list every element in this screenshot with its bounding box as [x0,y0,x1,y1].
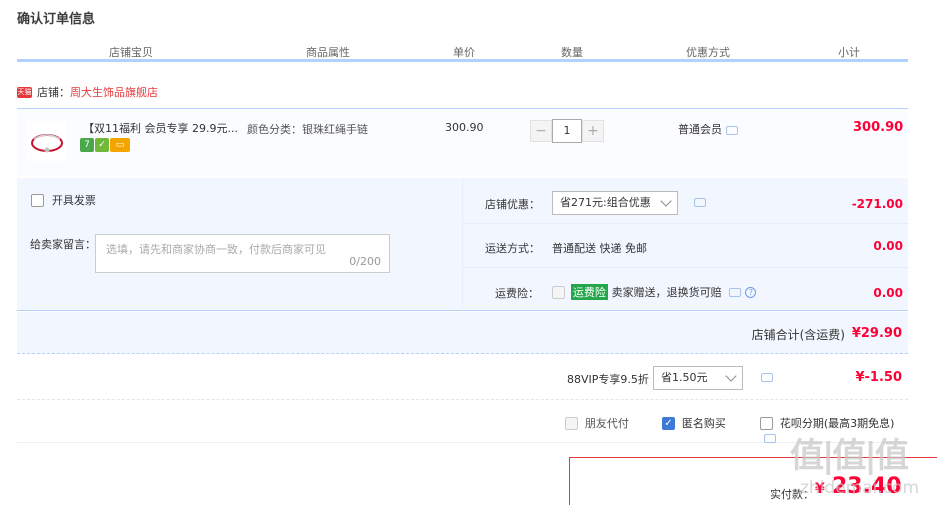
col-attr: 商品属性 [306,46,350,59]
invoice-label: 开具发票 [51,194,96,207]
chat-icon[interactable] [764,434,776,443]
column-header: 店铺宝贝 商品属性 单价 数量 优惠方式 小计 [17,38,908,62]
huabei-checkbox[interactable] [760,416,773,430]
shop-row: 天猫 店铺：周大生饰品旗舰店 [17,84,158,100]
page-title: 确认订单信息 [17,12,96,27]
qty-plus-button[interactable]: + [582,120,604,142]
shop-discount-select[interactable]: 省271元:组合优惠 [552,191,678,215]
chat-icon[interactable] [729,287,742,297]
item-subtotal: 300.90 [853,120,904,135]
shipping-amount: 0.00 [873,239,903,253]
freight-insurance-tag: 运费险 [570,284,608,300]
freight-insurance-option: 运费险 卖家赠送，退换货可赔 ? [552,284,757,300]
shipping-row: 运送方式： 普通配送 快递 免邮 0.00 [463,224,909,268]
seller-options: 店铺优惠： 省271元:组合优惠 -271.00 运送方式： 普通配送 快递 免… [462,178,909,312]
guarantee-icon[interactable]: ✓ [95,137,109,152]
card-icon[interactable]: ▭ [110,137,130,152]
invoice-checkbox[interactable] [31,193,44,207]
friend-pay-option: 朋友代付 [565,415,629,431]
friend-pay-checkbox [565,416,578,430]
message-placeholder: 选填，请先和商家协商一致，付款后商家可见 [106,243,326,256]
freight-insurance-desc: 卖家赠送，退换货可赔 [611,286,722,299]
help-icon[interactable]: ? [745,286,757,298]
message-to-seller-input[interactable]: 选填，请先和商家协商一致，付款后商家可见 0/200 [95,234,390,273]
shop-total-row: 店铺合计(含运费) ¥29.90 [17,312,908,354]
watermark-url: zhidemai.com [800,478,920,498]
col-subtotal: 小计 [838,46,860,59]
message-label: 给卖家留言： [30,238,96,251]
7day-return-icon[interactable]: 7 [80,137,94,152]
col-shop-item: 店铺宝贝 [109,46,153,59]
order-options: 开具发票 给卖家留言： 选填，请先和商家协商一致，付款后商家可见 0/200 店… [17,178,909,312]
payment-options: 朋友代付 ✓ 匿名购买 花呗分期(最高3期免息) [17,401,908,443]
anonymous-option[interactable]: ✓ 匿名购买 [662,415,726,431]
tmall-badge: 天猫 [17,86,32,98]
col-price: 单价 [453,46,475,59]
service-icons: 7 ✓ ▭ [80,137,131,152]
freight-insurance-row: 运费险： 运费险 卖家赠送，退换货可赔 ? 0.00 [463,268,909,312]
shop-label: 店铺： [37,86,70,99]
vip-discount-amount: ¥-1.50 [855,370,902,385]
shop-discount-row: 店铺优惠： 省271元:组合优惠 -271.00 [463,180,909,224]
chat-icon[interactable] [761,373,773,382]
anonymous-label: 匿名购买 [681,417,726,430]
freight-insurance-amount: 0.00 [873,286,903,300]
member-discount-label: 普通会员 [678,123,722,136]
chat-icon[interactable] [694,198,706,207]
shop-total-amount: ¥29.90 [851,326,902,341]
message-char-count: 0/200 [349,255,381,268]
friend-pay-label: 朋友代付 [584,417,629,430]
qty-input[interactable]: 1 [552,119,582,143]
unit-price: 300.90 [445,121,484,134]
shop-discount-amount: -271.00 [851,197,903,211]
qty-minus-button[interactable]: − [530,120,552,142]
quantity-stepper: −1 + [530,119,604,143]
product-thumbnail[interactable] [27,121,67,161]
buyer-options: 开具发票 给卖家留言： 选填，请先和商家协商一致，付款后商家可见 0/200 [17,178,462,311]
shipping-value: 普通配送 快递 免邮 [552,242,647,255]
freight-insurance-label: 运费险： [495,287,539,300]
chevron-down-icon [660,195,672,207]
shop-discount-label: 店铺优惠： [485,198,540,211]
freight-insurance-checkbox [552,285,565,299]
invoice-option[interactable]: 开具发票 [31,192,96,208]
discount-method: 普通会员 [678,121,738,137]
anonymous-checkbox[interactable]: ✓ [662,416,675,430]
watermark-logo: 值|值|值 [790,436,909,476]
shop-name-link[interactable]: 周大生饰品旗舰店 [70,86,158,99]
vip-label: 88VIP专享9.5折 [567,373,649,386]
col-discount: 优惠方式 [686,46,730,59]
product-title-link[interactable]: 【双11福利 会员专享 29.9元... [83,120,243,136]
shop-discount-value: 省271元:组合优惠 [560,196,651,209]
chevron-down-icon [725,370,737,382]
product-attribute: 颜色分类：银珠红绳手链 [247,123,368,136]
chat-icon[interactable] [726,125,738,135]
item-row: 【双11福利 会员专享 29.9元... 7 ✓ ▭ 颜色分类：银珠红绳手链 300… [17,108,908,176]
shop-total-label: 店铺合计(含运费) [751,328,845,342]
col-qty: 数量 [561,46,583,59]
vip-discount-select[interactable]: 省1.50元 [653,366,743,390]
vip-discount-value: 省1.50元 [661,371,708,384]
vip-discount-row: 88VIP专享9.5折 省1.50元 ¥-1.50 [17,356,908,400]
shipping-label: 运送方式： [485,242,540,255]
